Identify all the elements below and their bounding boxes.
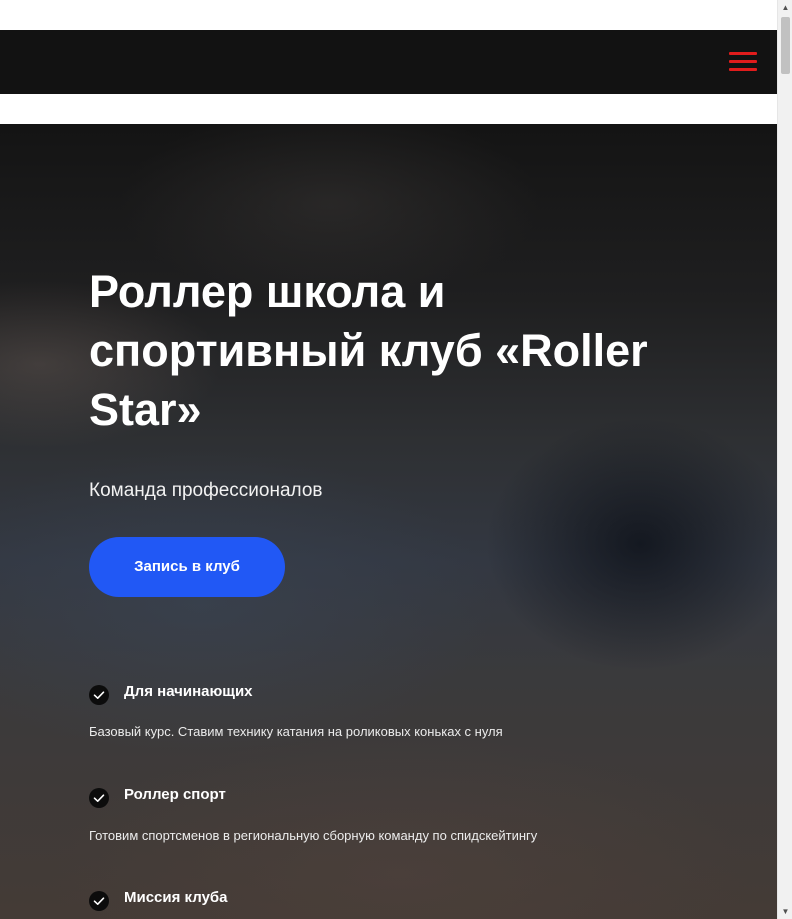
feature-description: Готовим спортсменов в региональную сборн…	[89, 828, 538, 843]
hero-title: Роллер школа и спортивный клуб «Roller S…	[89, 266, 648, 435]
hero-subtitle: Команда профессионалов	[89, 480, 323, 501]
scroll-down-arrow-icon[interactable]: ▼	[778, 904, 792, 919]
feature-title: Миссия клуба	[124, 889, 228, 906]
hero-section: Роллер школа и спортивный клуб «Roller S…	[0, 124, 777, 919]
hamburger-menu-icon[interactable]	[729, 52, 757, 72]
join-club-button[interactable]: Запись в клуб	[89, 537, 285, 597]
top-navbar	[0, 30, 777, 94]
check-circle-icon	[89, 891, 109, 911]
page: Роллер школа и спортивный клуб «Roller S…	[0, 0, 777, 919]
feature-title: Роллер спорт	[124, 786, 226, 803]
menu-line	[729, 60, 757, 63]
check-circle-icon	[89, 788, 109, 808]
feature-title: Для начинающих	[124, 683, 253, 700]
menu-line	[729, 68, 757, 71]
feature-description: Базовый курс. Ставим технику катания на …	[89, 724, 503, 739]
scroll-up-arrow-icon[interactable]: ▲	[778, 0, 792, 15]
scrollbar-thumb[interactable]	[781, 17, 790, 74]
check-circle-icon	[89, 685, 109, 705]
menu-line	[729, 52, 757, 55]
vertical-scrollbar[interactable]: ▲ ▼	[777, 0, 792, 919]
